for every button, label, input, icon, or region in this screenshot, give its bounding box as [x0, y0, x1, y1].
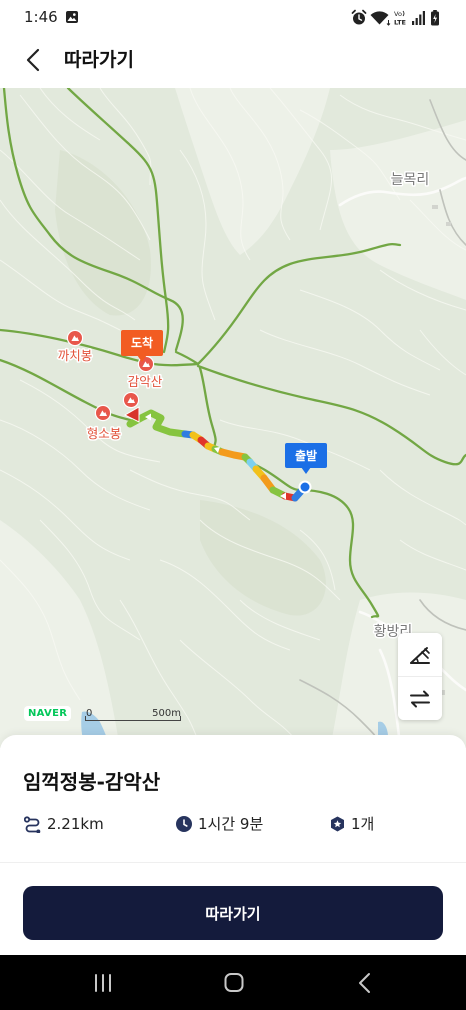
map-scale-bar: 0 500m: [85, 708, 181, 724]
summit-badge-icon: [331, 816, 344, 832]
alarm-icon: [351, 9, 367, 25]
chevron-left-icon: [26, 48, 40, 72]
system-nav-bar: [0, 955, 466, 1010]
app-header: 따라가기: [0, 34, 466, 88]
status-bar: 1:46 Vo LTE: [0, 0, 466, 34]
course-name: 임꺽정봉-감악산: [23, 770, 161, 794]
route-icon: [24, 815, 41, 833]
swap-icon: [410, 690, 430, 707]
course-summit-count: 1개: [330, 814, 374, 834]
peak-icon[interactable]: [66, 329, 84, 347]
duration-value: 1시간 9분: [198, 815, 264, 833]
volte-top-label: Vo: [394, 10, 402, 18]
building: [432, 205, 438, 209]
village-label-neulmok-ri: 늘목리: [391, 172, 430, 188]
back-button[interactable]: [18, 44, 50, 76]
home-icon[interactable]: [216, 965, 252, 1001]
map-controls: [398, 633, 442, 720]
peak-label-kkachibong: 까치봉: [58, 348, 93, 363]
slope-icon: [410, 646, 430, 664]
volte-icon: Vo LTE: [394, 10, 406, 27]
volte-bottom-label: LTE: [394, 19, 406, 27]
page-title: 따라가기: [64, 49, 134, 71]
course-map[interactable]: 늘목리 황방리 까치봉 감악산 형소봉 도착 출발 NAVER 0 500m: [0, 88, 466, 748]
course-info-sheet: 임꺽정봉-감악산 2.21km 1시간 9분 1개 따라가기: [0, 735, 466, 955]
recent-apps-icon[interactable]: [86, 967, 120, 999]
peak-label-hyeongsobong: 형소봉: [87, 426, 122, 441]
arrival-label: 도착: [131, 335, 153, 350]
signal-icon: [412, 11, 425, 25]
nav-bar-icons: [86, 965, 380, 1001]
wifi-icon: [370, 11, 391, 26]
departure-label: 출발: [295, 448, 317, 463]
status-icons: Vo LTE: [351, 9, 439, 27]
status-time: 1:46: [24, 8, 58, 26]
divider: [0, 862, 466, 863]
map-canvas[interactable]: 늘목리 황방리 까치봉 감악산 형소봉 도착 출발: [0, 88, 466, 748]
course-duration: 1시간 9분: [176, 814, 263, 834]
peak-label-gamaksan: 감악산: [128, 374, 163, 389]
building: [446, 222, 451, 226]
battery-charging-icon: [431, 10, 439, 26]
peak-icon[interactable]: [122, 391, 140, 409]
follow-course-button[interactable]: 따라가기: [23, 886, 443, 940]
swap-direction-button[interactable]: [398, 676, 442, 720]
departure-pin: [298, 480, 312, 494]
slope-toggle-button[interactable]: [398, 633, 442, 676]
clock-icon: [176, 816, 192, 832]
scale-line: [85, 716, 181, 721]
course-distance: 2.21km: [24, 814, 104, 834]
back-icon[interactable]: [348, 967, 380, 999]
gallery-icon: [66, 11, 78, 23]
peak-icon[interactable]: [94, 404, 112, 422]
summit-count-value: 1개: [351, 815, 375, 833]
naver-logo[interactable]: NAVER: [24, 706, 72, 721]
distance-value: 2.21km: [47, 815, 104, 833]
